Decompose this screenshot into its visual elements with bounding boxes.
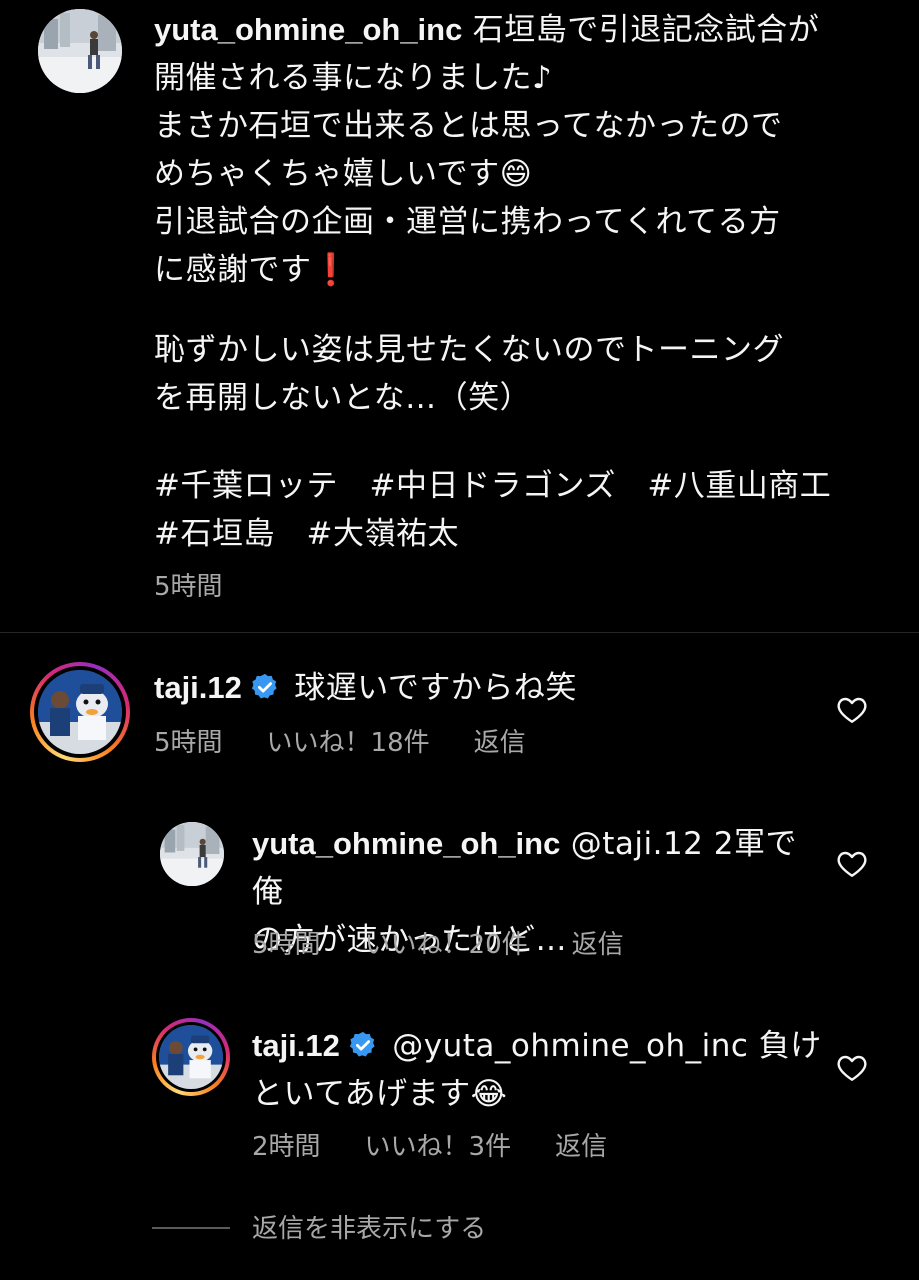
avatar-snow-photo [38, 9, 122, 93]
comment-meta: 5時間 いいね！18件 返信 [154, 726, 570, 760]
reply-2-text-line-1: @yuta_ohmine_oh_inc 負け [392, 1028, 822, 1064]
hashtags-line-2[interactable]: #石垣島 #大嶺祐太 [154, 510, 894, 558]
reply-1-likes[interactable]: いいね！20件 [365, 930, 528, 960]
comment-likes[interactable]: いいね！18件 [267, 728, 430, 758]
comment-username[interactable]: taji.12 [154, 670, 242, 705]
reply-avatar-taji[interactable] [152, 1018, 230, 1096]
avatar-mascot-photo [159, 1025, 223, 1089]
comment-text: 球遅いですからね笑 [294, 670, 577, 706]
reply-1-like-heart-icon[interactable] [836, 848, 868, 878]
hide-replies-line [152, 1227, 230, 1229]
comment-like-heart-icon[interactable] [836, 694, 868, 724]
comment-time: 5時間 [154, 728, 223, 758]
reply-2-username[interactable]: taji.12 [252, 1028, 340, 1063]
caption-username[interactable]: yuta_ohmine_oh_inc [154, 12, 462, 47]
caption-line-4: めちゃくちゃ嬉しいです😄 [154, 156, 533, 192]
caption-body: yuta_ohmine_oh_inc 石垣島で引退記念試合が 開催される事になり… [154, 6, 874, 294]
caption-hashtags: #千葉ロッテ #中日ドラゴンズ #八重山商工 #石垣島 #大嶺祐太 [154, 462, 894, 558]
reply-1-username[interactable]: yuta_ohmine_oh_inc [252, 826, 560, 861]
verified-badge-icon [348, 1030, 378, 1060]
caption-line-5: 引退試合の企画・運営に携わってくれてる方 [154, 204, 781, 240]
caption-line-2: 開催される事になりました♪ [154, 60, 553, 96]
avatar-snow-photo [160, 822, 224, 886]
caption-line-8: を再開しないとな…（笑） [154, 380, 532, 416]
caption-line-7: 恥ずかしい姿は見せたくないのでトーニング [154, 332, 784, 368]
caption-body-2: 恥ずかしい姿は見せたくないのでトーニング を再開しないとな…（笑） [154, 326, 874, 422]
comment-avatar-taji[interactable] [30, 662, 130, 762]
reply-1-time: 5時間 [252, 930, 321, 960]
verified-badge-icon [250, 672, 280, 702]
caption-line-1: 石垣島で引退記念試合が [472, 12, 820, 48]
comment-reply-button[interactable]: 返信 [474, 728, 526, 758]
caption-line-3: まさか石垣で出来るとは思ってなかったので [154, 108, 783, 144]
hashtags-line-1[interactable]: #千葉ロッテ #中日ドラゴンズ #八重山商工 [154, 462, 894, 510]
caption-divider [0, 632, 919, 633]
reply-2-meta: 2時間 いいね！3件 返信 [252, 1130, 651, 1164]
avatar-mascot-photo [38, 670, 122, 754]
reply-2-like-heart-icon[interactable] [836, 1052, 868, 1082]
reply-1-reply-button[interactable]: 返信 [572, 930, 624, 960]
reply-1-meta: 5時間 いいね！20件 返信 [252, 928, 668, 962]
reply-2-body: taji.12 @yuta_ohmine_oh_inc 負け といてあげます😂 [252, 1022, 821, 1118]
hide-replies-button[interactable]: 返信を非表示にする [252, 1212, 486, 1246]
reply-2-likes[interactable]: いいね！3件 [365, 1132, 512, 1162]
reply-2-text-line-2: といてあげます😂 [252, 1076, 508, 1112]
reply-2-reply-button[interactable]: 返信 [555, 1132, 607, 1162]
reply-2-time: 2時間 [252, 1132, 321, 1162]
reply-avatar-yuta[interactable] [160, 822, 224, 886]
caption-author-avatar[interactable] [38, 9, 122, 93]
caption-timestamp: 5時間 [154, 572, 223, 602]
caption-line-6: に感謝です❗ [154, 252, 351, 288]
comment-body: taji.12 球遅いですからね笑 [154, 664, 794, 712]
